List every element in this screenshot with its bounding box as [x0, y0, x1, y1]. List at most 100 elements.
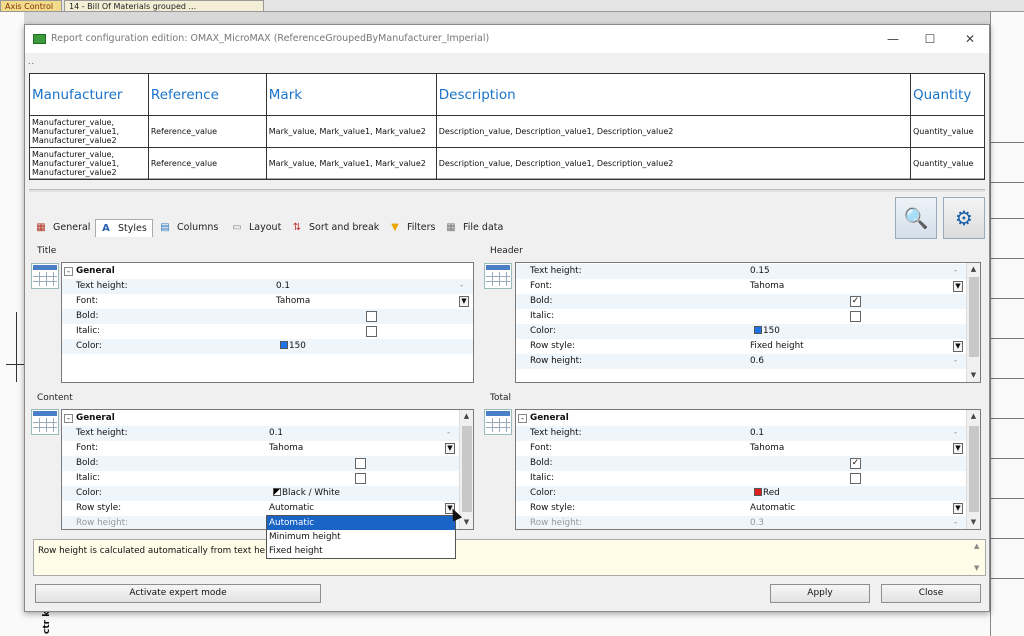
collapse-icon[interactable]: - [64, 414, 73, 423]
property-value[interactable]: Tahoma [269, 441, 303, 456]
collapse-icon[interactable]: - [518, 414, 527, 423]
property-value[interactable]: 150 [280, 339, 306, 354]
spin-icon[interactable]: - [954, 426, 957, 441]
property-row[interactable]: Row height: 0.3 - [516, 516, 966, 529]
dropdown-arrow-icon[interactable]: ▼ [445, 443, 455, 454]
scroll-down-icon[interactable]: ▼ [460, 516, 473, 528]
italic-checkbox[interactable] [355, 473, 366, 484]
property-value[interactable]: Red [754, 486, 780, 501]
italic-checkbox[interactable] [850, 311, 861, 322]
scroll-thumb[interactable] [462, 426, 472, 512]
spin-icon[interactable]: - [954, 264, 957, 279]
property-group-row[interactable]: - General [516, 411, 966, 426]
property-row[interactable]: Row style: Fixed height ▼ [516, 339, 966, 354]
italic-checkbox[interactable] [366, 326, 377, 337]
scroll-down-icon[interactable]: ▼ [967, 516, 980, 528]
spin-icon[interactable]: - [954, 516, 957, 529]
property-value[interactable]: 0.1 [750, 426, 764, 441]
property-value[interactable]: Tahoma [276, 294, 310, 309]
property-value[interactable]: Automatic [750, 501, 795, 516]
property-row[interactable]: Text height: 0.1 - [62, 279, 473, 294]
scroll-thumb[interactable] [969, 277, 979, 357]
property-value[interactable]: Black / White [273, 486, 340, 501]
minimize-button[interactable]: — [881, 30, 905, 48]
property-row[interactable]: Bold: ✓ [516, 294, 966, 309]
property-row[interactable]: Italic: [516, 309, 966, 324]
property-row[interactable]: Bold: ✓ [516, 456, 966, 471]
preview-splitter[interactable] [29, 189, 985, 192]
tab-columns[interactable]: ▤ Columns [155, 219, 225, 237]
bold-checkbox[interactable] [355, 458, 366, 469]
property-value[interactable]: 0.15 [750, 264, 770, 279]
property-value[interactable]: Tahoma [750, 279, 784, 294]
tab-filters[interactable]: ▼ Filters [385, 219, 439, 237]
tab-styles[interactable]: A Styles [95, 219, 153, 237]
tab-general[interactable]: ▦ General [31, 219, 95, 237]
scroll-up-icon[interactable]: ▲ [974, 542, 979, 550]
property-row[interactable]: Color: 150 [516, 324, 966, 339]
dropdown-option[interactable]: Automatic [267, 516, 455, 530]
dropdown-arrow-icon[interactable]: ▼ [953, 341, 963, 352]
dropdown-arrow-icon[interactable]: ▼ [953, 503, 963, 514]
property-value[interactable]: Tahoma [750, 441, 784, 456]
property-value[interactable]: Fixed height [750, 339, 804, 354]
background-tab-bom[interactable]: 14 - Bill Of Materials grouped ... [64, 0, 264, 12]
property-row[interactable]: Color: Red [516, 486, 966, 501]
vertical-scrollbar[interactable]: ▲ ▼ [459, 410, 473, 529]
property-group-row[interactable]: - General [62, 411, 459, 426]
property-row[interactable]: Color: 150 [62, 339, 473, 354]
property-row[interactable]: Row style: Automatic ▼ [516, 501, 966, 516]
vertical-scrollbar[interactable]: ▲ ▼ [966, 263, 980, 382]
collapse-icon[interactable]: - [64, 267, 73, 276]
scroll-down-icon[interactable]: ▼ [974, 564, 979, 572]
scroll-down-icon[interactable]: ▼ [967, 369, 980, 381]
property-row[interactable]: Text height: 0.15 - [516, 264, 966, 279]
maximize-button[interactable]: ☐ [918, 30, 942, 48]
apply-button[interactable]: Apply [770, 584, 870, 603]
close-window-button[interactable]: ✕ [958, 30, 982, 48]
dropdown-arrow-icon[interactable]: ▼ [953, 281, 963, 292]
dropdown-option[interactable]: Minimum height [267, 530, 455, 544]
scroll-up-icon[interactable]: ▲ [967, 410, 980, 422]
property-row[interactable]: Font: Tahoma ▼ [62, 294, 473, 309]
property-value[interactable]: 0.1 [269, 426, 283, 441]
zoom-settings-button[interactable]: ⚙ [943, 197, 985, 239]
spin-icon[interactable]: - [447, 426, 450, 441]
bold-checkbox[interactable]: ✓ [850, 296, 861, 307]
dropdown-arrow-icon[interactable]: ▼ [459, 296, 469, 307]
property-row[interactable]: Italic: [62, 324, 473, 339]
property-group-row[interactable]: - General [62, 264, 473, 279]
scroll-up-icon[interactable]: ▲ [967, 263, 980, 275]
property-row[interactable]: Font: Tahoma ▼ [516, 441, 966, 456]
property-value[interactable]: 0.3 [750, 516, 764, 529]
property-row[interactable]: Row height: 0.6 - [516, 354, 966, 369]
property-value[interactable]: 0.1 [276, 279, 290, 294]
property-value[interactable]: Automatic [269, 501, 314, 516]
spin-icon[interactable]: - [460, 279, 463, 294]
bold-checkbox[interactable] [366, 311, 377, 322]
dropdown-option[interactable]: Fixed height [267, 544, 455, 558]
spin-icon[interactable]: - [954, 354, 957, 369]
bold-checkbox[interactable]: ✓ [850, 458, 861, 469]
tab-layout[interactable]: ▭ Layout [227, 219, 285, 237]
property-row[interactable]: Bold: [62, 456, 459, 471]
preview-zoom-button[interactable]: 🔍 [895, 197, 937, 239]
property-row[interactable]: Font: Tahoma ▼ [516, 279, 966, 294]
tab-sort-and-break[interactable]: ⇅ Sort and break [287, 219, 381, 237]
scroll-up-icon[interactable]: ▲ [460, 410, 473, 422]
property-row[interactable]: Font: Tahoma ▼ [62, 441, 459, 456]
property-value[interactable]: 150 [754, 324, 780, 339]
scroll-thumb[interactable] [969, 426, 979, 512]
property-row[interactable]: Color: Black / White [62, 486, 459, 501]
property-row[interactable]: Text height: 0.1 - [516, 426, 966, 441]
vertical-scrollbar[interactable]: ▲ ▼ [966, 410, 980, 529]
property-row[interactable]: Text height: 0.1 - [62, 426, 459, 441]
italic-checkbox[interactable] [850, 473, 861, 484]
close-button[interactable]: Close [881, 584, 981, 603]
dropdown-arrow-icon[interactable]: ▼ [953, 443, 963, 454]
activate-expert-mode-button[interactable]: Activate expert mode [35, 584, 321, 603]
background-tab-axis-control[interactable]: Axis Control [0, 0, 62, 12]
tab-file-data[interactable]: ▦ File data [441, 219, 511, 237]
property-row[interactable]: Bold: [62, 309, 473, 324]
property-row[interactable]: Italic: [516, 471, 966, 486]
